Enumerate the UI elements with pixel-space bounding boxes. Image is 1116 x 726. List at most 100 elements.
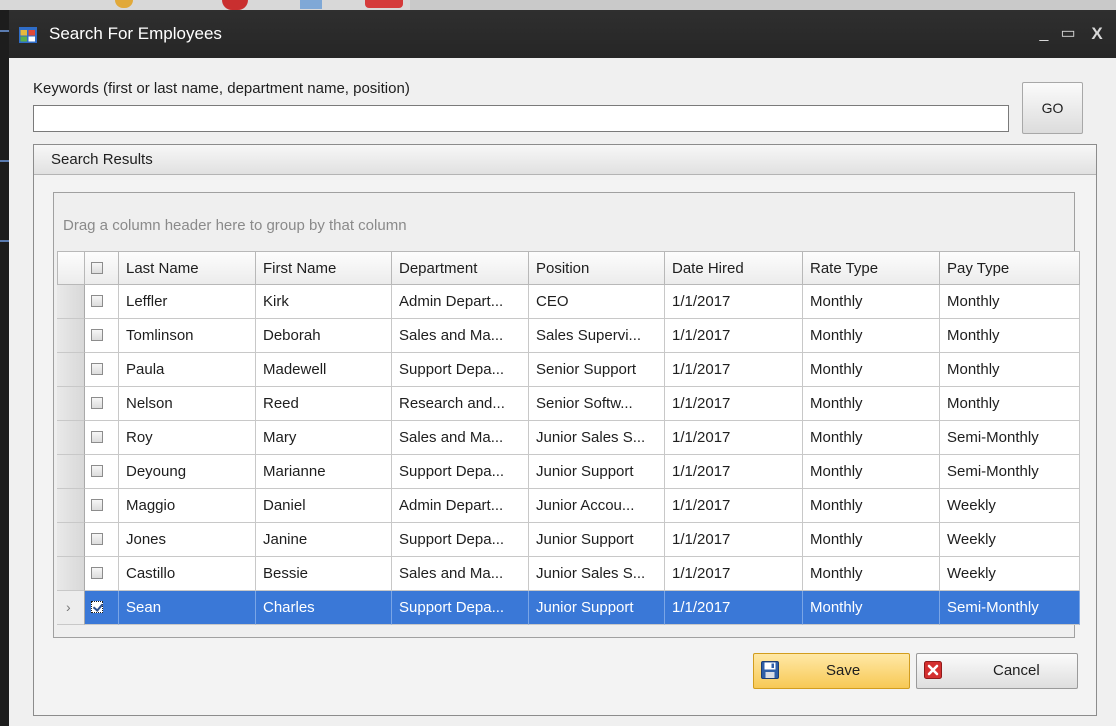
row-checkbox[interactable] [91,499,103,511]
select-all-checkbox[interactable] [91,262,103,274]
cell-position[interactable]: Senior Softw... [529,387,665,421]
cell-date-hired[interactable]: 1/1/2017 [665,353,803,387]
cell-last-name[interactable]: Paula [119,353,256,387]
cell-first-name[interactable]: Marianne [256,455,392,489]
cell-last-name[interactable]: Sean [119,591,256,625]
cell-pay-type[interactable]: Semi-Monthly [940,421,1080,455]
column-header-pay-type[interactable]: Pay Type [940,251,1080,285]
cell-last-name[interactable]: Maggio [119,489,256,523]
row-checkbox-cell[interactable] [85,353,119,387]
cell-department[interactable]: Sales and Ma... [392,319,529,353]
row-checkbox-cell[interactable] [85,455,119,489]
row-indicator-cell[interactable] [57,557,85,591]
cell-position[interactable]: Junior Support [529,455,665,489]
row-checkbox-cell[interactable] [85,421,119,455]
row-checkbox[interactable] [91,567,103,579]
cell-rate-type[interactable]: Monthly [803,387,940,421]
table-row[interactable]: Roy Mary Sales and Ma... Junior Sales S... 1… [57,421,1080,455]
table-row[interactable]: Castillo Bessie Sales and Ma... Junior Sale… [57,557,1080,591]
cell-first-name[interactable]: Daniel [256,489,392,523]
cell-last-name[interactable]: Leffler [119,285,256,319]
cell-date-hired[interactable]: 1/1/2017 [665,387,803,421]
go-button[interactable]: GO [1022,82,1083,134]
cell-rate-type[interactable]: Monthly [803,285,940,319]
row-indicator-cell[interactable] [57,523,85,557]
row-checkbox-cell[interactable] [85,489,119,523]
cell-date-hired[interactable]: 1/1/2017 [665,557,803,591]
table-row[interactable]: Tomlinson Deborah Sales and Ma... Sales Sup… [57,319,1080,353]
cell-last-name[interactable]: Deyoung [119,455,256,489]
cell-date-hired[interactable]: 1/1/2017 [665,285,803,319]
cell-department[interactable]: Research and... [392,387,529,421]
cell-pay-type[interactable]: Monthly [940,387,1080,421]
row-indicator-cell[interactable] [57,421,85,455]
row-checkbox-cell[interactable] [85,557,119,591]
minimize-button[interactable]: _ [1031,22,1057,46]
row-checkbox-cell[interactable] [85,319,119,353]
cell-first-name[interactable]: Reed [256,387,392,421]
cell-first-name[interactable]: Mary [256,421,392,455]
row-checkbox[interactable] [91,465,103,477]
cell-date-hired[interactable]: 1/1/2017 [665,489,803,523]
row-indicator-cell[interactable] [57,489,85,523]
cell-rate-type[interactable]: Monthly [803,319,940,353]
cell-pay-type[interactable]: Semi-Monthly [940,591,1080,625]
cell-pay-type[interactable]: Semi-Monthly [940,455,1080,489]
close-button[interactable]: X [1084,22,1110,46]
row-indicator-cell[interactable] [57,353,85,387]
cell-date-hired[interactable]: 1/1/2017 [665,523,803,557]
cell-rate-type[interactable]: Monthly [803,523,940,557]
row-checkbox[interactable] [91,329,103,341]
row-checkbox[interactable] [91,397,103,409]
cell-position[interactable]: CEO [529,285,665,319]
cell-rate-type[interactable]: Monthly [803,455,940,489]
cell-date-hired[interactable]: 1/1/2017 [665,455,803,489]
cell-position[interactable]: Junior Accou... [529,489,665,523]
cell-rate-type[interactable]: Monthly [803,489,940,523]
table-row[interactable]: Jones Janine Support Depa... Junior Support… [57,523,1080,557]
column-header-department[interactable]: Department [392,251,529,285]
row-checkbox[interactable] [91,533,103,545]
row-indicator-cell[interactable] [57,285,85,319]
table-row[interactable]: Maggio Daniel Admin Depart... Junior Accou.… [57,489,1080,523]
cell-date-hired[interactable]: 1/1/2017 [665,421,803,455]
column-header-position[interactable]: Position [529,251,665,285]
cell-position[interactable]: Junior Support [529,591,665,625]
cell-first-name[interactable]: Janine [256,523,392,557]
row-indicator-cell[interactable]: › [57,591,85,625]
table-row[interactable]: Deyoung Marianne Support Depa... Junior Sup… [57,455,1080,489]
column-header-date-hired[interactable]: Date Hired [665,251,803,285]
cell-date-hired[interactable]: 1/1/2017 [665,591,803,625]
cell-pay-type[interactable]: Weekly [940,523,1080,557]
table-row[interactable]: › Sean Charles Support Depa... Junior Suppor… [57,591,1080,625]
cell-department[interactable]: Support Depa... [392,455,529,489]
cell-position[interactable]: Senior Support [529,353,665,387]
table-row[interactable]: Nelson Reed Research and... Senior Softw...… [57,387,1080,421]
cancel-button[interactable]: Cancel [916,653,1078,689]
column-header-rate-type[interactable]: Rate Type [803,251,940,285]
cell-rate-type[interactable]: Monthly [803,421,940,455]
cell-position[interactable]: Junior Support [529,523,665,557]
cell-pay-type[interactable]: Monthly [940,319,1080,353]
cell-department[interactable]: Admin Depart... [392,285,529,319]
cell-position[interactable]: Sales Supervi... [529,319,665,353]
table-row[interactable]: Paula Madewell Support Depa... Senior Suppo… [57,353,1080,387]
row-indicator-cell[interactable] [57,455,85,489]
cell-first-name[interactable]: Charles [256,591,392,625]
table-row[interactable]: Leffler Kirk Admin Depart... CEO 1/1/2017 Mon… [57,285,1080,319]
cell-department[interactable]: Support Depa... [392,523,529,557]
cell-department[interactable]: Sales and Ma... [392,421,529,455]
row-checkbox[interactable] [91,295,103,307]
row-checkbox[interactable] [91,601,103,613]
cell-last-name[interactable]: Castillo [119,557,256,591]
row-checkbox[interactable] [91,363,103,375]
cell-first-name[interactable]: Madewell [256,353,392,387]
column-header-last-name[interactable]: Last Name [119,251,256,285]
column-header-first-name[interactable]: First Name [256,251,392,285]
cell-department[interactable]: Support Depa... [392,591,529,625]
cell-last-name[interactable]: Nelson [119,387,256,421]
row-indicator-cell[interactable] [57,387,85,421]
cell-pay-type[interactable]: Weekly [940,557,1080,591]
keywords-input[interactable] [33,105,1009,132]
cell-first-name[interactable]: Deborah [256,319,392,353]
